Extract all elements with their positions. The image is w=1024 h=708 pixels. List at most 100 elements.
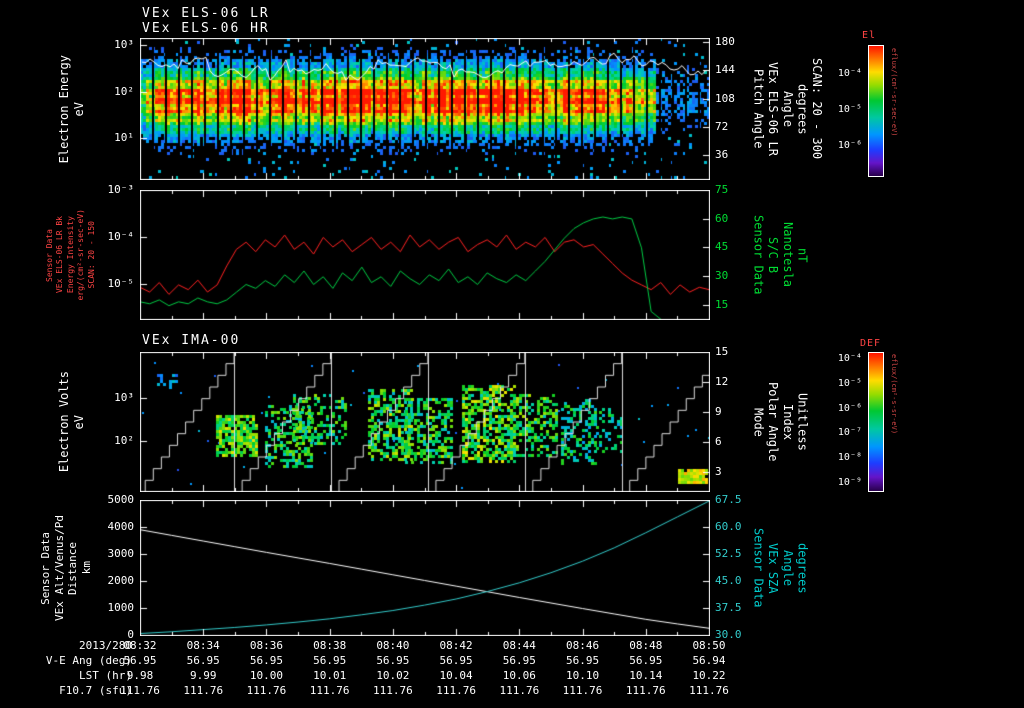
bottom-row-value: 111.76: [499, 684, 540, 697]
right-axis-tick-label: 180: [715, 35, 735, 49]
bottom-row-value: 111.76: [562, 684, 603, 697]
panel2-right-label-line: Nanotesla: [780, 222, 795, 288]
bottom-row-value: 111.76: [689, 684, 729, 697]
x-axis-time-label: 08:40: [376, 639, 410, 652]
panel2-right-label-line: Sensor Data: [751, 215, 766, 295]
panel1-right-label-line: VEx ELS-06 LR: [766, 62, 781, 156]
els-spectrogram-canvas: [140, 38, 710, 180]
panel3-right-label: Mode Polar Angle Index Unitless: [751, 352, 810, 492]
right-axis-tick-label: 37.5: [715, 601, 742, 614]
bottom-row-value: 9.98: [126, 669, 154, 682]
y-axis-tick-label: 10²: [114, 433, 134, 447]
bottom-row-value: 10.04: [439, 669, 473, 682]
colorbar-tick-label: 10⁻⁵: [837, 377, 862, 389]
bottom-row-value: 56.95: [439, 654, 473, 667]
bottom-row-value: 111.76: [246, 684, 287, 697]
colorbar-tick-label: 10⁻⁶: [837, 402, 862, 414]
right-axis-tick-label: 52.5: [715, 547, 742, 560]
right-axis-tick-label: 75: [715, 183, 729, 196]
right-axis-tick-label: 60: [715, 211, 729, 225]
panel1-right-label-line: Angle: [780, 90, 795, 128]
x-axis-time-label: 08:32: [123, 639, 157, 652]
panel4-right-label-line: degrees: [795, 542, 810, 594]
right-axis-tick-label: 3: [715, 464, 722, 478]
right-axis-tick-label: 36: [715, 148, 729, 162]
panel4-yaxis-label-line: Distance: [66, 541, 80, 595]
right-axis-tick-label: 15: [715, 297, 729, 311]
x-axis-time-label: 08:38: [313, 639, 347, 652]
x-axis-time-label: 08:50: [692, 639, 726, 652]
right-axis-tick-label: 60.0: [715, 520, 742, 533]
panel3-right-label-line: Polar Angle: [766, 382, 781, 462]
right-axis-tick-label: 45.0: [715, 574, 742, 587]
x-axis-time-label: 08:34: [186, 639, 220, 652]
bottom-row-value: 111.76: [183, 684, 224, 697]
panel3-yaxis-label-line: eV: [71, 414, 86, 430]
panel2-yaxis-label-line: Energy Intensity: [65, 216, 75, 294]
panel2-yaxis-label-line: SCAN: 20 - 150: [86, 221, 96, 289]
right-axis-tick-label: 6: [715, 434, 722, 448]
x-axis-time-label: 08:36: [249, 639, 283, 652]
colorbar-2: [868, 352, 884, 492]
bottom-row-value: 10.02: [376, 669, 410, 682]
bottom-row-value: 111.76: [373, 684, 413, 697]
colorbar-tick-label: 10⁻⁹: [837, 477, 862, 489]
right-axis-tick-label: 9: [715, 404, 722, 418]
y-axis-tick-label: 1000: [107, 601, 135, 614]
ima-spectrogram-canvas: [140, 352, 710, 492]
y-axis-tick-label: 4000: [107, 520, 135, 533]
intensity-bfield-canvas: [140, 190, 710, 320]
x-axis-time-label: 08:46: [565, 639, 600, 652]
x-axis-time-label: 08:48: [629, 639, 663, 652]
colorbar1-units-label: eflux/(cm²-sr-sec-eV): [890, 48, 898, 137]
panel4-yaxis-label: Sensor Data VEx Alt/Venus/Pd Distance km: [39, 500, 93, 636]
panel1-right-label: Pitch Angle VEx ELS-06 LR Angle degrees SCAN…: [752, 38, 824, 180]
bottom-row-value: 56.95: [376, 654, 410, 667]
panel3-right-label-line: Unitless: [795, 393, 810, 451]
bottom-row-value: 111.76: [120, 684, 160, 697]
bottom-row-value: 10.22: [692, 669, 726, 682]
panel2-yaxis-label: Sensor Data VEx ELS-06 LR Bk Energy Intens…: [45, 190, 96, 320]
colorbar-tick-label: 10⁻⁴: [837, 352, 862, 364]
vex-plot-page: VEx ELS-06 LR VEx ELS-06 HR VEx IMA-00 E…: [0, 0, 1024, 708]
bottom-row-value: 111.76: [309, 684, 350, 697]
colorbar-tick-label: 10⁻⁶: [837, 140, 862, 152]
bottom-row-value: 56.95: [629, 654, 663, 667]
right-axis-tick-label: 30: [715, 269, 729, 283]
colorbar1-title: El: [862, 30, 877, 41]
panel2-yaxis-label-line: erg/(cm²-sr-sec-eV): [76, 209, 86, 301]
panel3-title: VEx IMA-00: [142, 333, 241, 348]
panel4-right-label: Sensor Data VEx SZA Angle degrees: [752, 500, 810, 636]
y-axis-tick-label: 2000: [107, 574, 135, 587]
panel4-yaxis-label-line: km: [79, 561, 93, 575]
bottom-row-value: 56.95: [249, 654, 283, 667]
bottom-row-value: 10.14: [629, 669, 663, 682]
bottom-row-value: 56.95: [502, 654, 536, 667]
panel4-right-label-line: Angle: [780, 549, 795, 587]
y-axis-tick-label: 3000: [107, 547, 135, 560]
bottom-row-value: 56.95: [565, 654, 600, 667]
panel2-right-label-line: S/C B: [766, 236, 781, 274]
y-axis-tick-label: 10²: [114, 84, 134, 98]
y-axis-tick-label: 10¹: [114, 131, 134, 145]
colorbar2-title: DEF: [860, 338, 882, 349]
right-axis-tick-label: 15: [715, 345, 729, 358]
right-axis-tick-label: 12: [715, 374, 729, 388]
bottom-row-value: 10.10: [565, 669, 600, 682]
bottom-row-value: 56.95: [313, 654, 347, 667]
y-axis-tick-label: 5000: [107, 493, 135, 506]
panel1-yaxis-label: Electron Energy eV: [57, 38, 86, 180]
panel2-yaxis-label-line: VEx ELS-06 LR Bk: [55, 216, 65, 294]
panel4-yaxis-label-line: VEx Alt/Venus/Pd: [52, 515, 66, 621]
panel1-right-label-line: degrees: [795, 83, 810, 135]
x-axis-time-label: 08:44: [502, 639, 536, 652]
y-axis-tick-label: 10³: [114, 38, 134, 52]
right-axis-tick-label: 72: [715, 119, 729, 133]
colorbar2-units-label: eflux/(cm²-s-sr-eV): [890, 354, 898, 435]
right-axis-tick-label: 67.5: [715, 493, 742, 506]
right-axis-tick-label: 45: [715, 240, 729, 254]
panel3-right-label-line: Mode: [751, 407, 766, 437]
bottom-row-value: 111.76: [436, 684, 476, 697]
colorbar-tick-label: 10⁻⁵: [837, 104, 862, 115]
bottom-row-value: 10.00: [249, 669, 283, 682]
